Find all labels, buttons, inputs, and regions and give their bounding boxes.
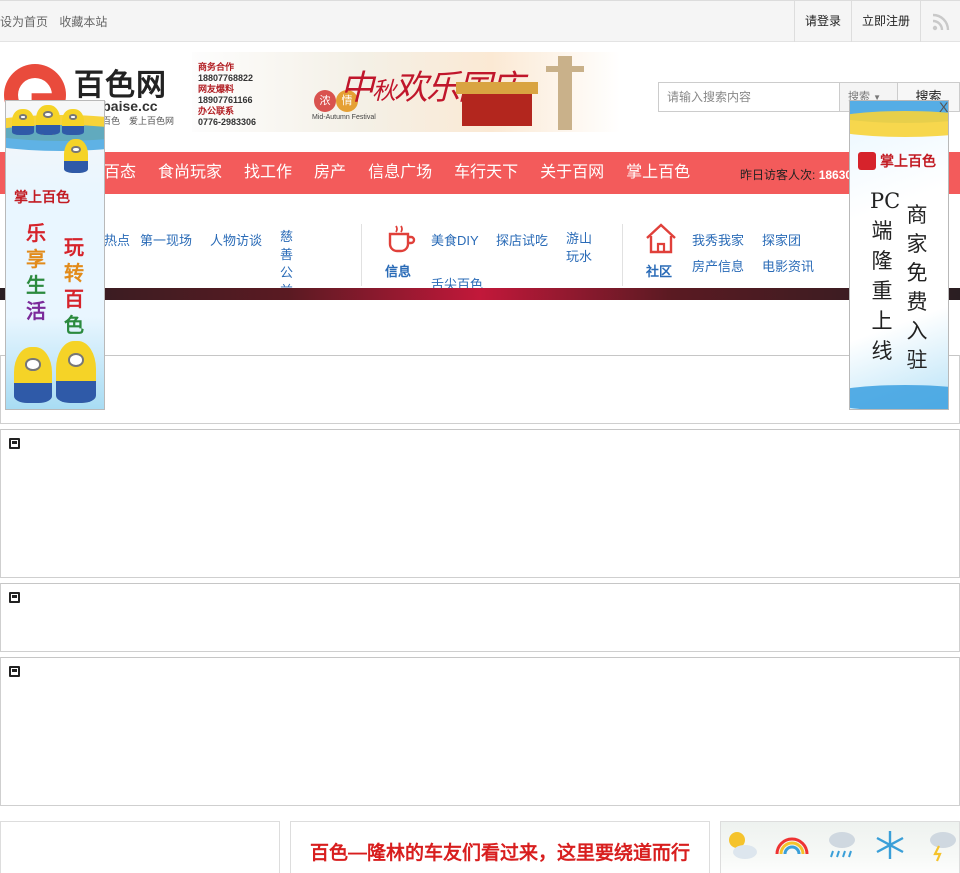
subnav-link[interactable]: 游山玩水: [566, 230, 596, 266]
minion-image: [56, 341, 96, 403]
close-icon[interactable]: X: [939, 101, 948, 115]
tiananmen-image: [456, 82, 538, 126]
content-box: [0, 583, 960, 652]
contact-key: 网友爆料: [198, 84, 235, 94]
visitor-count: 昨日访客人次: 18630: [740, 166, 852, 183]
nav-item[interactable]: 信息广场: [368, 152, 432, 194]
subnav-group-label[interactable]: 社区: [646, 261, 672, 280]
right-floating-ad[interactable]: X 掌上百色 PC端隆重上线 商家免费入驻: [849, 100, 949, 410]
book-icon: [9, 438, 20, 449]
set-home-link[interactable]: 设为首页: [0, 15, 48, 29]
ad-char: 活: [26, 299, 46, 323]
book-icon: [9, 666, 20, 677]
minion-image: [62, 109, 84, 135]
content-box: [0, 657, 960, 806]
ad-text-column: 商家免费入驻: [906, 203, 928, 372]
ad-char: 玩: [64, 235, 84, 259]
minion-image: [12, 109, 34, 135]
contact-key: 办公联系: [198, 106, 235, 116]
headline-char: 秋: [372, 77, 396, 105]
ad-header: 掌上百色: [14, 187, 70, 207]
top-bar: 设为首页 收藏本站 请登录 立即注册: [0, 0, 960, 42]
search-input[interactable]: [658, 82, 840, 112]
nav-item[interactable]: 百态: [104, 152, 136, 194]
subnav-link[interactable]: 房产信息: [692, 256, 744, 275]
storm-icon: [930, 832, 956, 862]
contact-value: 18807768822: [198, 73, 254, 83]
ad-header: 掌上百色: [858, 151, 936, 171]
logo-slogan: 百色 爱上百色网: [102, 116, 175, 126]
banner-festival: Mid-Autumn Festival: [312, 114, 376, 121]
snowflake-icon: [876, 831, 904, 859]
ad-title: 掌上百色: [880, 153, 936, 169]
nav-item[interactable]: 找工作: [244, 152, 292, 194]
bottom-left-panel: [0, 821, 280, 873]
news-headline[interactable]: 百色—隆林的车友们看过来，这里要绕道而行: [291, 838, 709, 865]
minion-image: [64, 139, 88, 173]
sunny-cloudy-icon: [729, 832, 757, 859]
nav-item[interactable]: 车行天下: [454, 152, 518, 194]
decorative-stripe: [0, 288, 960, 300]
subnav-link[interactable]: 我秀我家: [692, 230, 744, 249]
divider: [622, 224, 623, 286]
minion-image: [36, 105, 60, 135]
banner-contacts: 商务合作 18807768822 网友爆料 18907761166 办公联系 0…: [198, 62, 256, 128]
visitor-count-label: 昨日访客人次:: [740, 168, 816, 182]
subnav-link[interactable]: 探店试吃: [496, 230, 548, 249]
subnav-link[interactable]: 第一现场: [140, 230, 192, 249]
weather-panel: [720, 821, 960, 873]
rain-icon: [829, 832, 855, 858]
subnav-link-vertical[interactable]: 慈善公益: [280, 228, 294, 288]
ad-swoosh: [850, 385, 948, 409]
ad-char: 百: [64, 287, 84, 311]
bottom-headline-panel: 百色—隆林的车友们看过来，这里要绕道而行: [290, 821, 710, 873]
subnav-link[interactable]: 电影资讯: [762, 256, 814, 275]
visitor-count-value: 18630: [818, 168, 853, 182]
subnav-group-label[interactable]: 信息: [385, 261, 411, 280]
contact-key: 商务合作: [198, 62, 235, 72]
rss-button[interactable]: [920, 1, 960, 42]
ad-title: 掌上百色: [14, 189, 70, 205]
nav-item[interactable]: 掌上百色: [626, 152, 690, 194]
header-banner-ad[interactable]: 商务合作 18807768822 网友爆料 18907761166 办公联系 0…: [192, 52, 620, 132]
nav-items: 百态 食尚玩家 找工作 房产 信息广场 车行天下 关于百网 掌上百色: [104, 152, 712, 194]
bookmark-link[interactable]: 收藏本站: [59, 15, 107, 29]
login-link[interactable]: 请登录: [793, 1, 851, 42]
minion-image: [14, 347, 52, 403]
register-link[interactable]: 立即注册: [850, 1, 920, 42]
book-icon: [9, 592, 20, 603]
left-floating-ad[interactable]: 掌上百色 乐 享 生 活 玩 转 百 色: [5, 100, 105, 410]
subnav-link[interactable]: 热点: [104, 230, 130, 249]
account-links: 请登录 立即注册: [793, 1, 960, 42]
ad-char: 生: [26, 273, 46, 297]
divider: [361, 224, 362, 286]
ad-char: 乐: [26, 221, 46, 245]
ad-text-column: PC端隆重上线: [870, 189, 901, 363]
subnav-link[interactable]: 人物访谈: [210, 230, 262, 249]
main-nav: 百态 食尚玩家 找工作 房产 信息广场 车行天下 关于百网 掌上百色 昨日访客人…: [0, 152, 960, 194]
headline-char: 中: [340, 68, 374, 108]
app-logo-icon: [858, 152, 876, 170]
subnav-link[interactable]: 探家团: [762, 230, 801, 249]
content-box: [0, 429, 960, 578]
nav-item[interactable]: 关于百网: [540, 152, 604, 194]
nav-item[interactable]: 房产: [314, 152, 346, 194]
rss-icon: [932, 13, 949, 30]
nav-item[interactable]: 食尚玩家: [158, 152, 222, 194]
ad-char: 色: [64, 313, 84, 337]
home-icon: [646, 223, 676, 254]
contact-value: 18907761166: [198, 95, 253, 105]
rainbow-icon: [775, 837, 809, 855]
ad-char: 享: [26, 247, 46, 271]
sub-nav: 热点 第一现场 人物访谈 慈善公益 信息 美食DIY 探店试吃 游山玩水 舌尖百…: [0, 218, 960, 292]
ad-char: 转: [64, 261, 84, 285]
coffee-cup-icon: [388, 225, 416, 253]
top-links: 设为首页 收藏本站: [0, 13, 115, 30]
ad-swoosh: [850, 111, 948, 137]
content-box: [0, 355, 960, 424]
huabiao-image: [546, 56, 584, 130]
banner-chip: 浓: [314, 90, 336, 112]
subnav-link[interactable]: 美食DIY: [431, 230, 479, 249]
contact-value: 0776-2983306: [198, 117, 257, 127]
